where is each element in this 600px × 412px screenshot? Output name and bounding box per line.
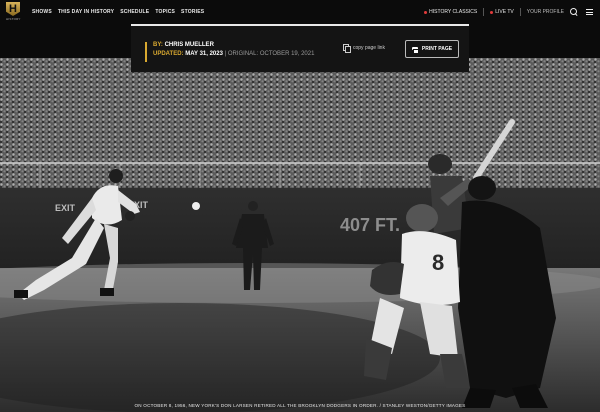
nav-link-this-day-in-history[interactable]: THIS DAY IN HISTORY — [58, 9, 114, 15]
logo-wordmark: HISTORY — [6, 17, 21, 21]
photo-caption: ON OCTOBER 8, 1956, NEW YORK'S DON LARSE… — [134, 403, 466, 408]
your-profile-link[interactable]: YOUR PROFILE — [527, 9, 564, 15]
print-page-button[interactable]: PRINT PAGE — [405, 40, 459, 58]
menu-icon[interactable] — [585, 8, 594, 17]
history-classics-link[interactable]: HISTORY CLASSICS — [424, 9, 477, 15]
nav-link-topics[interactable]: TOPICS — [155, 9, 175, 15]
live-dot-icon — [490, 10, 494, 14]
author-prefix: BY: — [153, 42, 165, 48]
search-icon[interactable] — [570, 7, 579, 17]
nav-link-schedule[interactable]: SCHEDULE — [120, 9, 149, 15]
hero-photo: EXIT EXIT 407 FT. 8 ON OCTOBER 8, 1956, … — [0, 58, 600, 412]
nav-links: SHOWS THIS DAY IN HISTORY SCHEDULE TOPIC… — [32, 9, 204, 15]
wall-distance-marker: 407 FT. — [340, 215, 400, 235]
baseball-photo: EXIT EXIT 407 FT. 8 — [0, 58, 600, 412]
nav-right: HISTORY CLASSICS LIVE TV YOUR PROFILE — [424, 0, 594, 24]
byline-rule — [131, 24, 469, 26]
nav-link-stories[interactable]: STORIES — [181, 9, 204, 15]
live-tv-label: LIVE TV — [495, 9, 514, 15]
author-name[interactable]: CHRIS MUELLER — [165, 42, 214, 48]
wall-text-exit: EXIT — [55, 203, 76, 213]
baseball — [192, 202, 200, 210]
logo-letter: H — [6, 2, 20, 16]
copy-icon — [343, 44, 351, 53]
byline-author: BY: CHRIS MUELLER — [153, 42, 214, 48]
updated-date: MAY 31, 2023 — [185, 51, 223, 57]
nav-link-shows[interactable]: SHOWS — [32, 9, 52, 15]
catcher-jersey-number: 8 — [432, 250, 444, 275]
updated-prefix: UPDATED: — [153, 51, 186, 57]
original-date: | ORIGINAL: OCTOBER 19, 2021 — [222, 51, 315, 57]
live-tv-link[interactable]: LIVE TV — [490, 9, 514, 15]
history-classics-label: HISTORY CLASSICS — [429, 9, 478, 15]
byline-dates: UPDATED: MAY 31, 2023 | ORIGINAL: OCTOBE… — [153, 51, 314, 57]
nav-divider — [483, 8, 485, 16]
print-page-label: PRINT PAGE — [421, 46, 453, 52]
byline-card: BY: CHRIS MUELLER UPDATED: MAY 31, 2023 … — [131, 24, 469, 72]
copy-page-link-button[interactable]: copy page link — [343, 44, 385, 53]
byline-accent — [145, 42, 147, 62]
printer-icon — [411, 46, 419, 54]
live-dot-icon — [424, 10, 428, 14]
history-logo[interactable]: H HISTORY — [6, 2, 20, 22]
nav-divider — [519, 8, 521, 16]
top-navigation: H HISTORY SHOWS THIS DAY IN HISTORY SCHE… — [0, 0, 600, 24]
copy-page-link-label: copy page link — [353, 44, 385, 51]
